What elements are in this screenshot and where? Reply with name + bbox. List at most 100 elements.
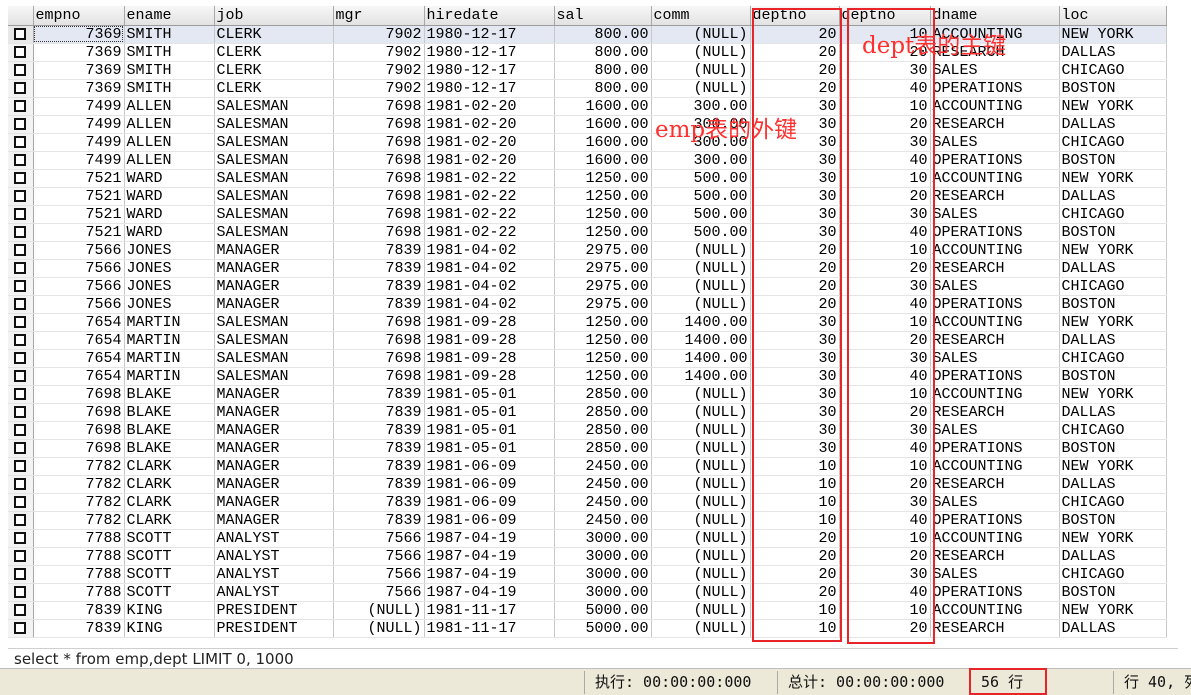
table-row[interactable]: 7654 MARTIN SALESMAN 7698 1981-09-28 1250.00 1…	[8, 313, 1167, 332]
cell-mgr[interactable]: 7698	[333, 151, 425, 170]
cell-sal[interactable]: 3000.00	[554, 565, 652, 584]
cell-hiredate[interactable]: 1981-06-09	[424, 475, 555, 494]
table-row[interactable]: 7654 MARTIN SALESMAN 7698 1981-09-28 1250.00 1…	[8, 331, 1167, 350]
cell-loc[interactable]: NEW YORK	[1059, 529, 1167, 548]
cell-deptno-2[interactable]: 30	[839, 493, 931, 512]
cell-job[interactable]: MANAGER	[214, 277, 334, 296]
cell-ename[interactable]: WARD	[124, 205, 215, 224]
cell-ename[interactable]: ALLEN	[124, 151, 215, 170]
cell-dname[interactable]: ACCOUNTING	[930, 241, 1060, 260]
cell-deptno[interactable]: 10	[750, 475, 840, 494]
cell-deptno[interactable]: 20	[750, 583, 840, 602]
table-row[interactable]: 7369 SMITH CLERK 7902 1980-12-17 800.00 (NULL)…	[8, 43, 1167, 62]
cell-empno[interactable]: 7698	[33, 421, 125, 440]
cell-hiredate[interactable]: 1987-04-19	[424, 547, 555, 566]
cell-empno[interactable]: 7654	[33, 367, 125, 386]
cell-empno[interactable]: 7654	[33, 331, 125, 350]
cell-ename[interactable]: MARTIN	[124, 349, 215, 368]
cell-loc[interactable]: BOSTON	[1059, 295, 1167, 314]
cell-comm[interactable]: (NULL)	[651, 439, 751, 458]
cell-empno[interactable]: 7499	[33, 133, 125, 152]
cell-dname[interactable]: ACCOUNTING	[930, 313, 1060, 332]
cell-hiredate[interactable]: 1980-12-17	[424, 25, 555, 44]
column-header-deptno-2[interactable]: deptno	[839, 6, 931, 26]
cell-loc[interactable]: DALLAS	[1059, 187, 1167, 206]
cell-mgr[interactable]: 7839	[333, 403, 425, 422]
cell-deptno[interactable]: 10	[750, 493, 840, 512]
cell-mgr[interactable]: 7839	[333, 241, 425, 260]
cell-deptno-2[interactable]: 20	[839, 475, 931, 494]
cell-mgr[interactable]: 7566	[333, 583, 425, 602]
cell-dname[interactable]: ACCOUNTING	[930, 169, 1060, 188]
cell-hiredate[interactable]: 1981-09-28	[424, 349, 555, 368]
cell-empno[interactable]: 7698	[33, 439, 125, 458]
cell-loc[interactable]: NEW YORK	[1059, 25, 1167, 44]
table-row[interactable]: 7788 SCOTT ANALYST 7566 1987-04-19 3000.00 (NU…	[8, 583, 1167, 602]
cell-deptno-2[interactable]: 10	[839, 385, 931, 404]
cell-mgr[interactable]: 7698	[333, 367, 425, 386]
cell-loc[interactable]: CHICAGO	[1059, 493, 1167, 512]
table-row[interactable]: 7782 CLARK MANAGER 7839 1981-06-09 2450.00 (NU…	[8, 511, 1167, 530]
cell-mgr[interactable]: 7698	[333, 205, 425, 224]
cell-deptno-2[interactable]: 10	[839, 313, 931, 332]
cell-deptno-2[interactable]: 30	[839, 133, 931, 152]
cell-job[interactable]: PRESIDENT	[214, 601, 334, 620]
table-row[interactable]: 7698 BLAKE MANAGER 7839 1981-05-01 2850.00 (NU…	[8, 421, 1167, 440]
cell-hiredate[interactable]: 1981-02-22	[424, 169, 555, 188]
cell-dname[interactable]: OPERATIONS	[930, 223, 1060, 242]
cell-sal[interactable]: 2850.00	[554, 421, 652, 440]
cell-hiredate[interactable]: 1981-02-20	[424, 151, 555, 170]
cell-comm[interactable]: (NULL)	[651, 403, 751, 422]
cell-deptno-2[interactable]: 20	[839, 331, 931, 350]
cell-empno[interactable]: 7566	[33, 259, 125, 278]
cell-empno[interactable]: 7499	[33, 97, 125, 116]
cell-deptno-2[interactable]: 10	[839, 457, 931, 476]
cell-deptno-2[interactable]: 20	[839, 43, 931, 62]
cell-hiredate[interactable]: 1981-05-01	[424, 385, 555, 404]
cell-hiredate[interactable]: 1981-09-28	[424, 331, 555, 350]
cell-empno[interactable]: 7369	[33, 25, 125, 44]
cell-comm[interactable]: 500.00	[651, 223, 751, 242]
cell-mgr[interactable]: 7698	[333, 313, 425, 332]
cell-deptno-2[interactable]: 40	[839, 79, 931, 98]
cell-ename[interactable]: BLAKE	[124, 421, 215, 440]
cell-job[interactable]: MANAGER	[214, 457, 334, 476]
cell-deptno[interactable]: 10	[750, 457, 840, 476]
cell-hiredate[interactable]: 1980-12-17	[424, 43, 555, 62]
cell-deptno-2[interactable]: 40	[839, 583, 931, 602]
cell-comm[interactable]: (NULL)	[651, 565, 751, 584]
cell-empno[interactable]: 7499	[33, 115, 125, 134]
column-header-mgr[interactable]: mgr	[333, 6, 425, 26]
cell-sal[interactable]: 2450.00	[554, 457, 652, 476]
cell-comm[interactable]: (NULL)	[651, 583, 751, 602]
cell-ename[interactable]: ALLEN	[124, 133, 215, 152]
cell-deptno-2[interactable]: 20	[839, 115, 931, 134]
cell-comm[interactable]: 500.00	[651, 205, 751, 224]
cell-mgr[interactable]: 7839	[333, 421, 425, 440]
table-row[interactable]: 7698 BLAKE MANAGER 7839 1981-05-01 2850.00 (NU…	[8, 403, 1167, 422]
table-row[interactable]: 7839 KING PRESIDENT (NULL) 1981-11-17 5000.00…	[8, 619, 1167, 638]
cell-job[interactable]: ANALYST	[214, 547, 334, 566]
cell-comm[interactable]: (NULL)	[651, 421, 751, 440]
cell-hiredate[interactable]: 1987-04-19	[424, 565, 555, 584]
cell-deptno[interactable]: 20	[750, 277, 840, 296]
table-row[interactable]: 7521 WARD SALESMAN 7698 1981-02-22 1250.00 500…	[8, 205, 1167, 224]
column-header-loc[interactable]: loc	[1059, 6, 1167, 26]
cell-job[interactable]: PRESIDENT	[214, 619, 334, 638]
row-select-checkbox[interactable]	[8, 619, 34, 638]
cell-dname[interactable]: RESEARCH	[930, 43, 1060, 62]
cell-hiredate[interactable]: 1981-05-01	[424, 403, 555, 422]
cell-deptno-2[interactable]: 10	[839, 97, 931, 116]
cell-dname[interactable]: SALES	[930, 277, 1060, 296]
cell-dname[interactable]: RESEARCH	[930, 331, 1060, 350]
cell-comm[interactable]: (NULL)	[651, 493, 751, 512]
cell-comm[interactable]: (NULL)	[651, 259, 751, 278]
cell-comm[interactable]: 300.00	[651, 133, 751, 152]
result-grid[interactable]: empno ename job mgr hiredate sal comm deptno dep…	[8, 6, 1170, 638]
cell-mgr[interactable]: 7698	[333, 133, 425, 152]
cell-dname[interactable]: OPERATIONS	[930, 583, 1060, 602]
row-select-checkbox[interactable]	[8, 529, 34, 548]
cell-dname[interactable]: SALES	[930, 349, 1060, 368]
cell-sal[interactable]: 3000.00	[554, 583, 652, 602]
table-row[interactable]: 7788 SCOTT ANALYST 7566 1987-04-19 3000.00 (NU…	[8, 547, 1167, 566]
